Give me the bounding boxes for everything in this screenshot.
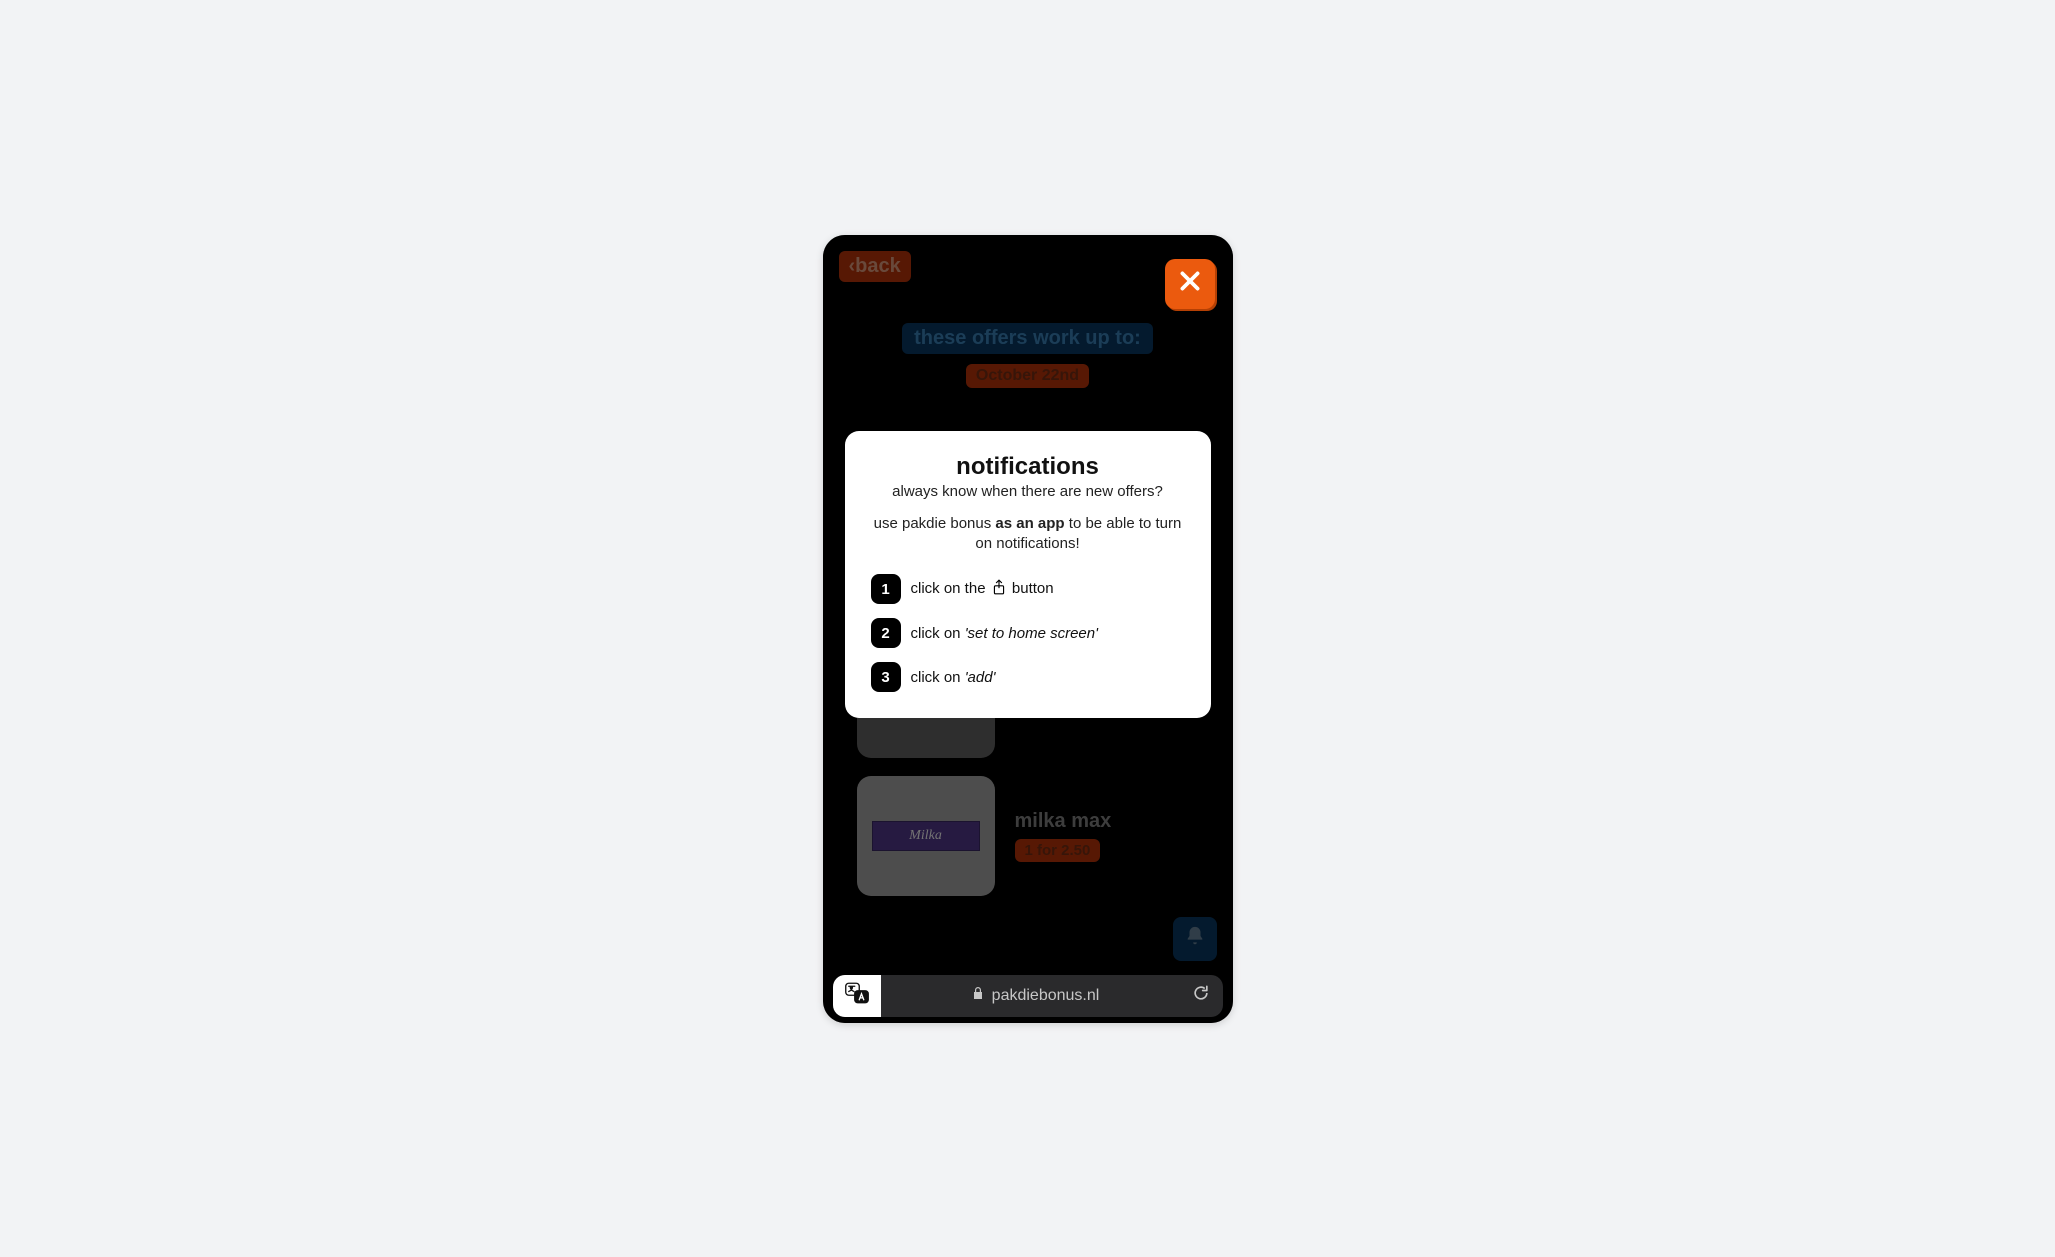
step-1-pre: click on the xyxy=(911,580,986,597)
modal-desc-pre: use pakdie bonus xyxy=(874,515,996,532)
url-text: pakdiebonus.nl xyxy=(992,987,1100,1005)
modal-title: notifications xyxy=(871,453,1185,481)
lock-icon xyxy=(972,986,984,1005)
url-display[interactable]: pakdiebonus.nl xyxy=(891,986,1181,1005)
modal-subtitle: always know when there are new offers? xyxy=(871,483,1185,500)
step-3: 3 click on 'add' xyxy=(871,662,1185,692)
step-text: click on 'add' xyxy=(911,669,996,686)
share-icon xyxy=(992,579,1006,599)
step-1: 1 click on the button xyxy=(871,574,1185,604)
modal-description: use pakdie bonus as an app to be able to… xyxy=(871,514,1185,555)
device-frame: ‹back these offers work up to: October 2… xyxy=(823,235,1233,1023)
browser-address-bar: pakdiebonus.nl xyxy=(833,975,1223,1017)
modal-steps: 1 click on the button 2 click xyxy=(871,574,1185,692)
step-number: 2 xyxy=(871,618,901,648)
step-number: 1 xyxy=(871,574,901,604)
close-button[interactable] xyxy=(1165,259,1215,309)
reload-button[interactable] xyxy=(1191,983,1211,1008)
reload-icon xyxy=(1191,990,1211,1007)
step-3-pre: click on xyxy=(911,669,965,686)
step-1-post: button xyxy=(1012,580,1054,597)
translate-icon xyxy=(845,982,869,1009)
step-2-em: 'set to home screen' xyxy=(965,625,1098,642)
modal-desc-bold: as an app xyxy=(995,515,1064,532)
step-text: click on the button xyxy=(911,579,1054,599)
notifications-modal: notifications always know when there are… xyxy=(845,431,1211,719)
step-text: click on 'set to home screen' xyxy=(911,625,1098,642)
step-2: 2 click on 'set to home screen' xyxy=(871,618,1185,648)
step-2-pre: click on xyxy=(911,625,965,642)
translate-button[interactable] xyxy=(833,975,881,1017)
step-3-em: 'add' xyxy=(965,669,996,686)
app-root: ‹back these offers work up to: October 2… xyxy=(823,235,1233,1023)
step-number: 3 xyxy=(871,662,901,692)
close-icon xyxy=(1177,268,1203,299)
